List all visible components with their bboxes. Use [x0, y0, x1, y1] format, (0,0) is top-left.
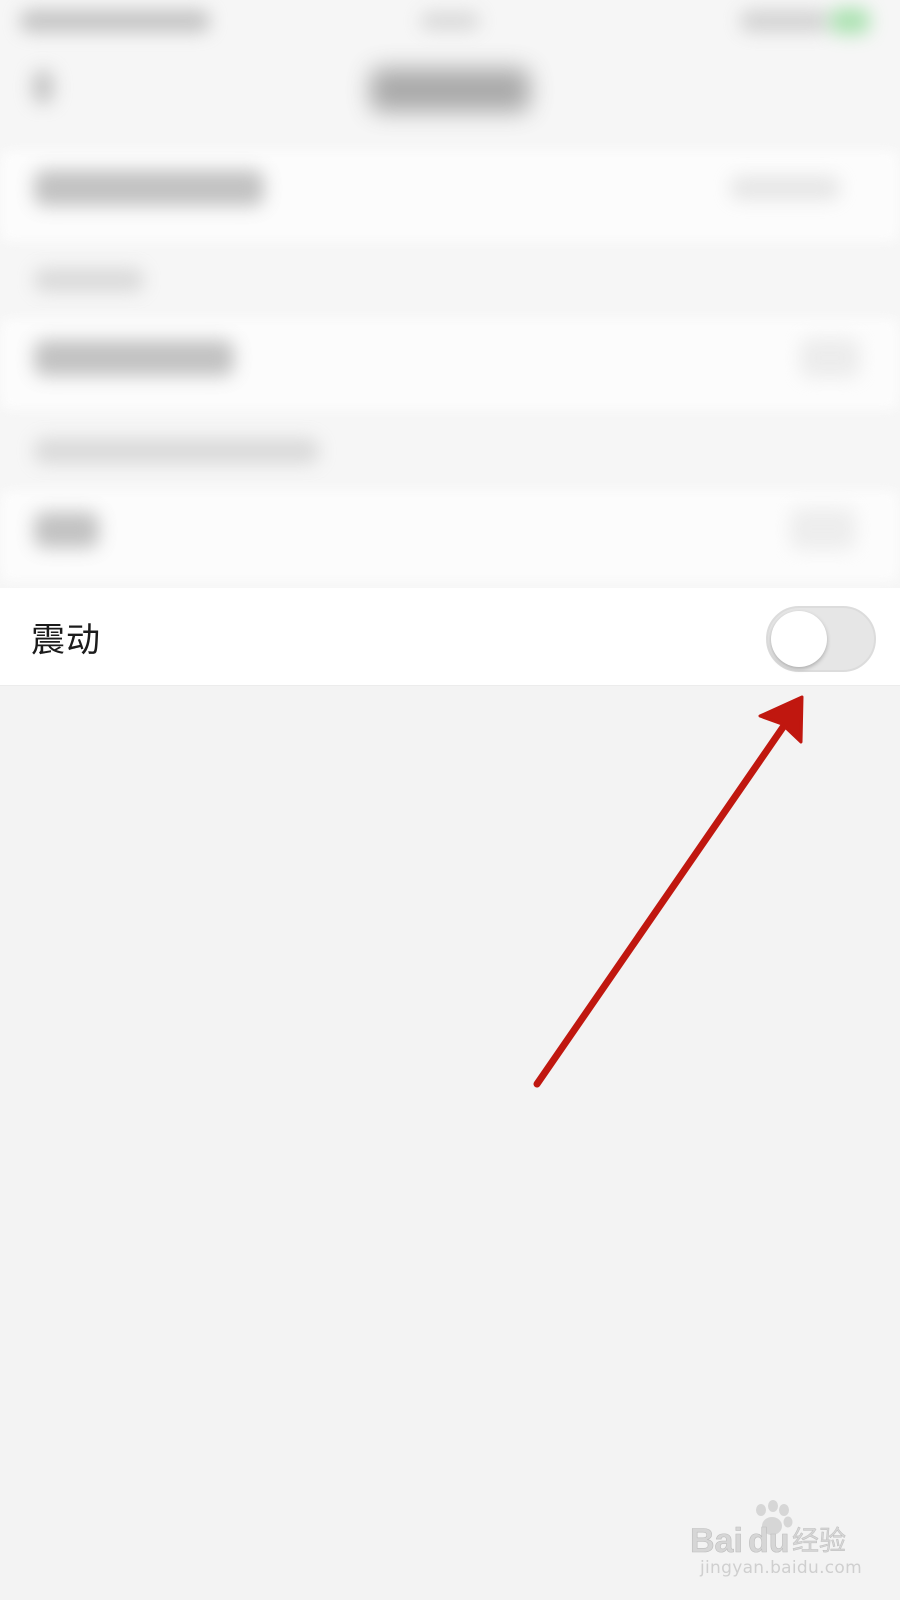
section-header-1 [34, 268, 144, 292]
toggle-knob [771, 611, 827, 667]
vibration-toggle[interactable] [766, 606, 876, 672]
settings-row-1-value [730, 176, 840, 200]
battery-icon [830, 8, 870, 34]
settings-row-1-label [34, 170, 264, 206]
svg-text:Bai: Bai [690, 1522, 743, 1560]
status-bar-left [20, 10, 210, 32]
settings-row-3-toggle[interactable] [790, 508, 856, 550]
page-title [370, 68, 530, 112]
settings-row-3-label [34, 512, 99, 548]
blurred-settings-area [0, 0, 900, 588]
watermark-url: jingyan.baidu.com [700, 1558, 862, 1578]
svg-text:经验: 经验 [792, 1526, 846, 1557]
vibration-setting-row: 震动 [0, 588, 900, 686]
settings-screen: 震动 Bai du 经验 jingyan.baidu.com [0, 0, 900, 1600]
settings-row-3[interactable] [0, 490, 900, 582]
vibration-label: 震动 [31, 620, 101, 660]
settings-row-2-label [34, 340, 234, 376]
back-icon[interactable] [32, 70, 54, 104]
status-bar-right [740, 10, 830, 32]
status-bar-center [420, 12, 480, 30]
settings-row-2-toggle[interactable] [800, 338, 860, 378]
section-header-2 [34, 438, 319, 464]
svg-text:du: du [748, 1522, 790, 1560]
